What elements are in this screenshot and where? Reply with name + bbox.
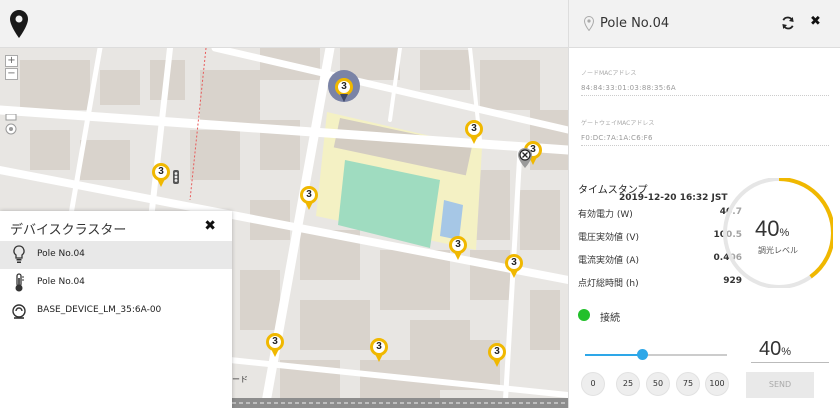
node-mac-field: ノードMACアドレス 84:84:33:01:03:88:35:6A — [581, 68, 829, 96]
device-cluster-panel: デバイスクラスター ✖ Pole No.04 Pole No.04 BASE_D… — [0, 211, 232, 408]
metric-label: 点灯総時間 (h) — [578, 279, 639, 289]
cluster-close-icon[interactable]: ✖ — [204, 218, 216, 234]
gateway-mac-label: ゲートウェイMACアドレス — [581, 120, 655, 127]
cluster-item-pole-light[interactable]: Pole No.04 — [0, 241, 232, 269]
traffic-signal-icon — [173, 170, 179, 184]
broken-device-marker-icon[interactable] — [518, 148, 532, 168]
gateway-mac-field: ゲートウェイMACアドレス F0:DC:7A:1A:C6:F6 — [581, 118, 829, 146]
zoom-in-button[interactable]: + — [5, 55, 18, 67]
connection-status-dot — [578, 309, 590, 321]
map-marker[interactable]: 3 — [368, 336, 390, 366]
dimming-value-display: 40% — [759, 338, 792, 360]
sensor-icon — [12, 304, 26, 319]
map-marker[interactable]: 3 — [264, 331, 286, 361]
dimming-slider[interactable] — [585, 347, 727, 363]
zoom-control: + − — [5, 55, 18, 81]
preset-75-button[interactable]: 75 — [676, 372, 700, 396]
metric-label: 電圧実効値 (V) — [578, 233, 640, 243]
map-marker[interactable]: 3 — [486, 341, 508, 371]
map-marker[interactable]: 3 — [150, 161, 172, 191]
metric-label: 電流実効値 (A) — [578, 256, 640, 266]
lightbulb-icon — [13, 245, 25, 263]
map-marker[interactable]: 3 — [447, 234, 469, 264]
app-root: ード + − 3 3 3 3 3 3 3 3 3 3 デバイスクラスター ✖ P… — [0, 0, 840, 408]
cluster-header: デバイスクラスター ✖ — [0, 211, 232, 241]
cluster-title: デバイスクラスター — [10, 223, 127, 238]
panel-title: Pole No.04 — [600, 16, 670, 31]
node-mac-label: ノードMACアドレス — [581, 70, 637, 77]
location-pin-icon — [584, 16, 594, 31]
preset-50-button[interactable]: 50 — [646, 372, 670, 396]
map-marker[interactable]: 3 — [463, 118, 485, 148]
cluster-item-label: BASE_DEVICE_LM_35:6A-00 — [37, 305, 162, 315]
node-mac-value: 84:84:33:01:03:88:35:6A — [581, 84, 677, 92]
preset-0-button[interactable]: 0 — [581, 372, 605, 396]
map-pin-icon[interactable] — [10, 10, 28, 38]
gauge-value: 40% — [755, 216, 790, 241]
device-detail-panel: Pole No.04 ✖ ノードMACアドレス 84:84:33:01:03:8… — [568, 0, 840, 408]
cluster-item-base-device[interactable]: BASE_DEVICE_LM_35:6A-00 — [0, 297, 232, 325]
metric-label: 有効電力 (W) — [578, 210, 633, 220]
preset-100-button[interactable]: 100 — [705, 372, 729, 396]
cluster-item-pole-sensor[interactable]: Pole No.04 — [0, 269, 232, 297]
map-marker[interactable]: 3 — [298, 184, 320, 214]
gateway-mac-value: F0:DC:7A:1A:C6:F6 — [581, 134, 653, 142]
thermometer-icon — [15, 273, 24, 292]
value-underline — [751, 362, 829, 363]
send-button[interactable]: SEND — [746, 372, 814, 398]
locate-icon[interactable] — [4, 114, 18, 138]
slider-thumb[interactable] — [636, 349, 648, 360]
gauge-label: 調光レベル — [758, 246, 798, 255]
connection-status-label: 接続 — [600, 313, 620, 324]
map-marker-selected[interactable]: 3 — [328, 70, 360, 106]
preset-25-button[interactable]: 25 — [616, 372, 640, 396]
map-marker[interactable]: 3 — [503, 252, 525, 282]
zoom-out-button[interactable]: − — [5, 68, 18, 80]
cluster-item-label: Pole No.04 — [37, 249, 85, 259]
panel-header: Pole No.04 ✖ — [569, 0, 840, 48]
refresh-icon[interactable] — [781, 16, 795, 30]
road-label: ード — [232, 375, 248, 384]
map-view[interactable]: ード + − 3 3 3 3 3 3 3 3 3 3 デバイスクラスター ✖ P… — [0, 0, 568, 408]
panel-close-icon[interactable]: ✖ — [810, 14, 821, 29]
map-toolbar — [0, 0, 568, 48]
cluster-item-label: Pole No.04 — [37, 277, 85, 287]
